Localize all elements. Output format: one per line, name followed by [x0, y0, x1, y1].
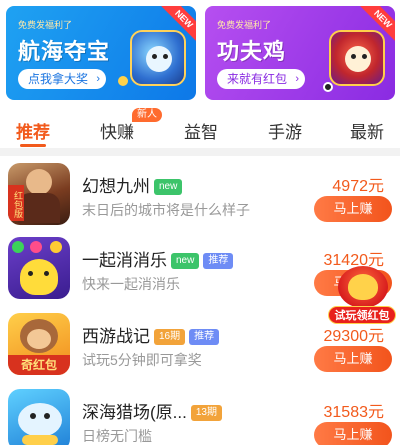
list-item[interactable]: 深海猎场(原... 13期 日榜无门槛 31583元 马上赚: [0, 384, 400, 445]
game-title: 深海猎场(原...: [82, 403, 187, 422]
reward-amount: 31583元: [323, 404, 385, 421]
tab-mobile-games[interactable]: 手游: [268, 118, 302, 143]
game-description: 试玩5分钟即可拿奖: [82, 352, 202, 368]
active-tab-indicator: [20, 144, 46, 147]
list-item[interactable]: 红包版 幻想九州 new 末日后的城市将是什么样子 4972元 马上赚: [0, 158, 400, 234]
game-icon: 奇红包: [8, 313, 70, 375]
game-title: 幻想九州: [82, 177, 150, 196]
banner-title: 功夫鸡: [217, 39, 287, 64]
game-description: 末日后的城市将是什么样子: [82, 202, 250, 218]
banner-subtitle: 免费发福利了: [18, 20, 73, 30]
banner-cta-label: 来就有红包: [227, 72, 288, 86]
red-envelope-label: 奇红包: [8, 355, 70, 375]
game-description: 快来一起消消乐: [82, 276, 180, 292]
banner-cta-label: 点我拿大奖: [28, 72, 89, 86]
rooster-game-icon: [329, 30, 385, 86]
game-title-row: 幻想九州 new: [82, 172, 183, 197]
shark-game-icon: [130, 30, 186, 86]
chevron-right-icon: ›: [96, 73, 101, 85]
game-icon: 红包版: [8, 163, 70, 225]
banner-subtitle: 免费发福利了: [217, 20, 272, 30]
recommend-tag: 推荐: [189, 329, 220, 345]
chevron-right-icon: ›: [295, 73, 300, 85]
game-description: 日榜无门槛: [82, 428, 152, 444]
new-tag: new: [171, 253, 200, 269]
trial-red-envelope-label: 试玩领红包: [328, 306, 396, 324]
game-title: 西游战记: [82, 327, 150, 346]
ball-decoration-icon: [323, 82, 333, 92]
game-icon: [8, 237, 70, 299]
new-tag: new: [154, 179, 183, 195]
trial-red-envelope-widget[interactable]: 试玩领红包: [328, 266, 396, 326]
game-title: 一起消消乐: [82, 251, 167, 270]
red-envelope-label: 红包版: [8, 185, 24, 221]
koi-fish-icon: [348, 274, 378, 300]
promo-banner-gongfuji[interactable]: NEW 免费发福利了 功夫鸡 来就有红包 ›: [205, 6, 395, 100]
tab-puzzle[interactable]: 益智: [184, 118, 218, 143]
game-title-row: 西游战记 16期 推荐: [82, 322, 220, 347]
earn-now-button[interactable]: 马上赚: [314, 196, 392, 222]
tab-quick-earn[interactable]: 快赚: [100, 118, 134, 143]
promo-banner-hanghai[interactable]: NEW 免费发福利了 航海夺宝 点我拿大奖 ›: [6, 6, 196, 100]
banner-cta-button[interactable]: 来就有红包 ›: [217, 69, 306, 89]
period-tag: 13期: [190, 405, 222, 421]
tab-recommend[interactable]: 推荐: [16, 118, 50, 143]
tab-latest[interactable]: 最新: [350, 118, 384, 143]
coin-decoration-icon: [118, 76, 128, 86]
banner-title: 航海夺宝: [18, 39, 111, 64]
category-tabs: 推荐 快赚 新人 益智 手游 最新: [0, 108, 400, 148]
game-icon: [8, 389, 70, 445]
reward-amount: 4972元: [332, 178, 384, 195]
recommend-tag: 推荐: [203, 253, 234, 269]
game-title-row: 深海猎场(原... 13期: [82, 398, 222, 423]
game-title-row: 一起消消乐 new 推荐: [82, 246, 234, 271]
section-divider: [0, 148, 400, 156]
earn-now-button[interactable]: 马上赚: [314, 422, 392, 445]
promo-banner-area: NEW 免费发福利了 航海夺宝 点我拿大奖 › NEW 免费发福利了 功夫鸡 来…: [0, 0, 400, 108]
banner-cta-button[interactable]: 点我拿大奖 ›: [18, 69, 107, 89]
new-user-badge: 新人: [132, 108, 162, 122]
earn-now-button[interactable]: 马上赚: [314, 346, 392, 372]
period-tag: 16期: [154, 329, 186, 345]
